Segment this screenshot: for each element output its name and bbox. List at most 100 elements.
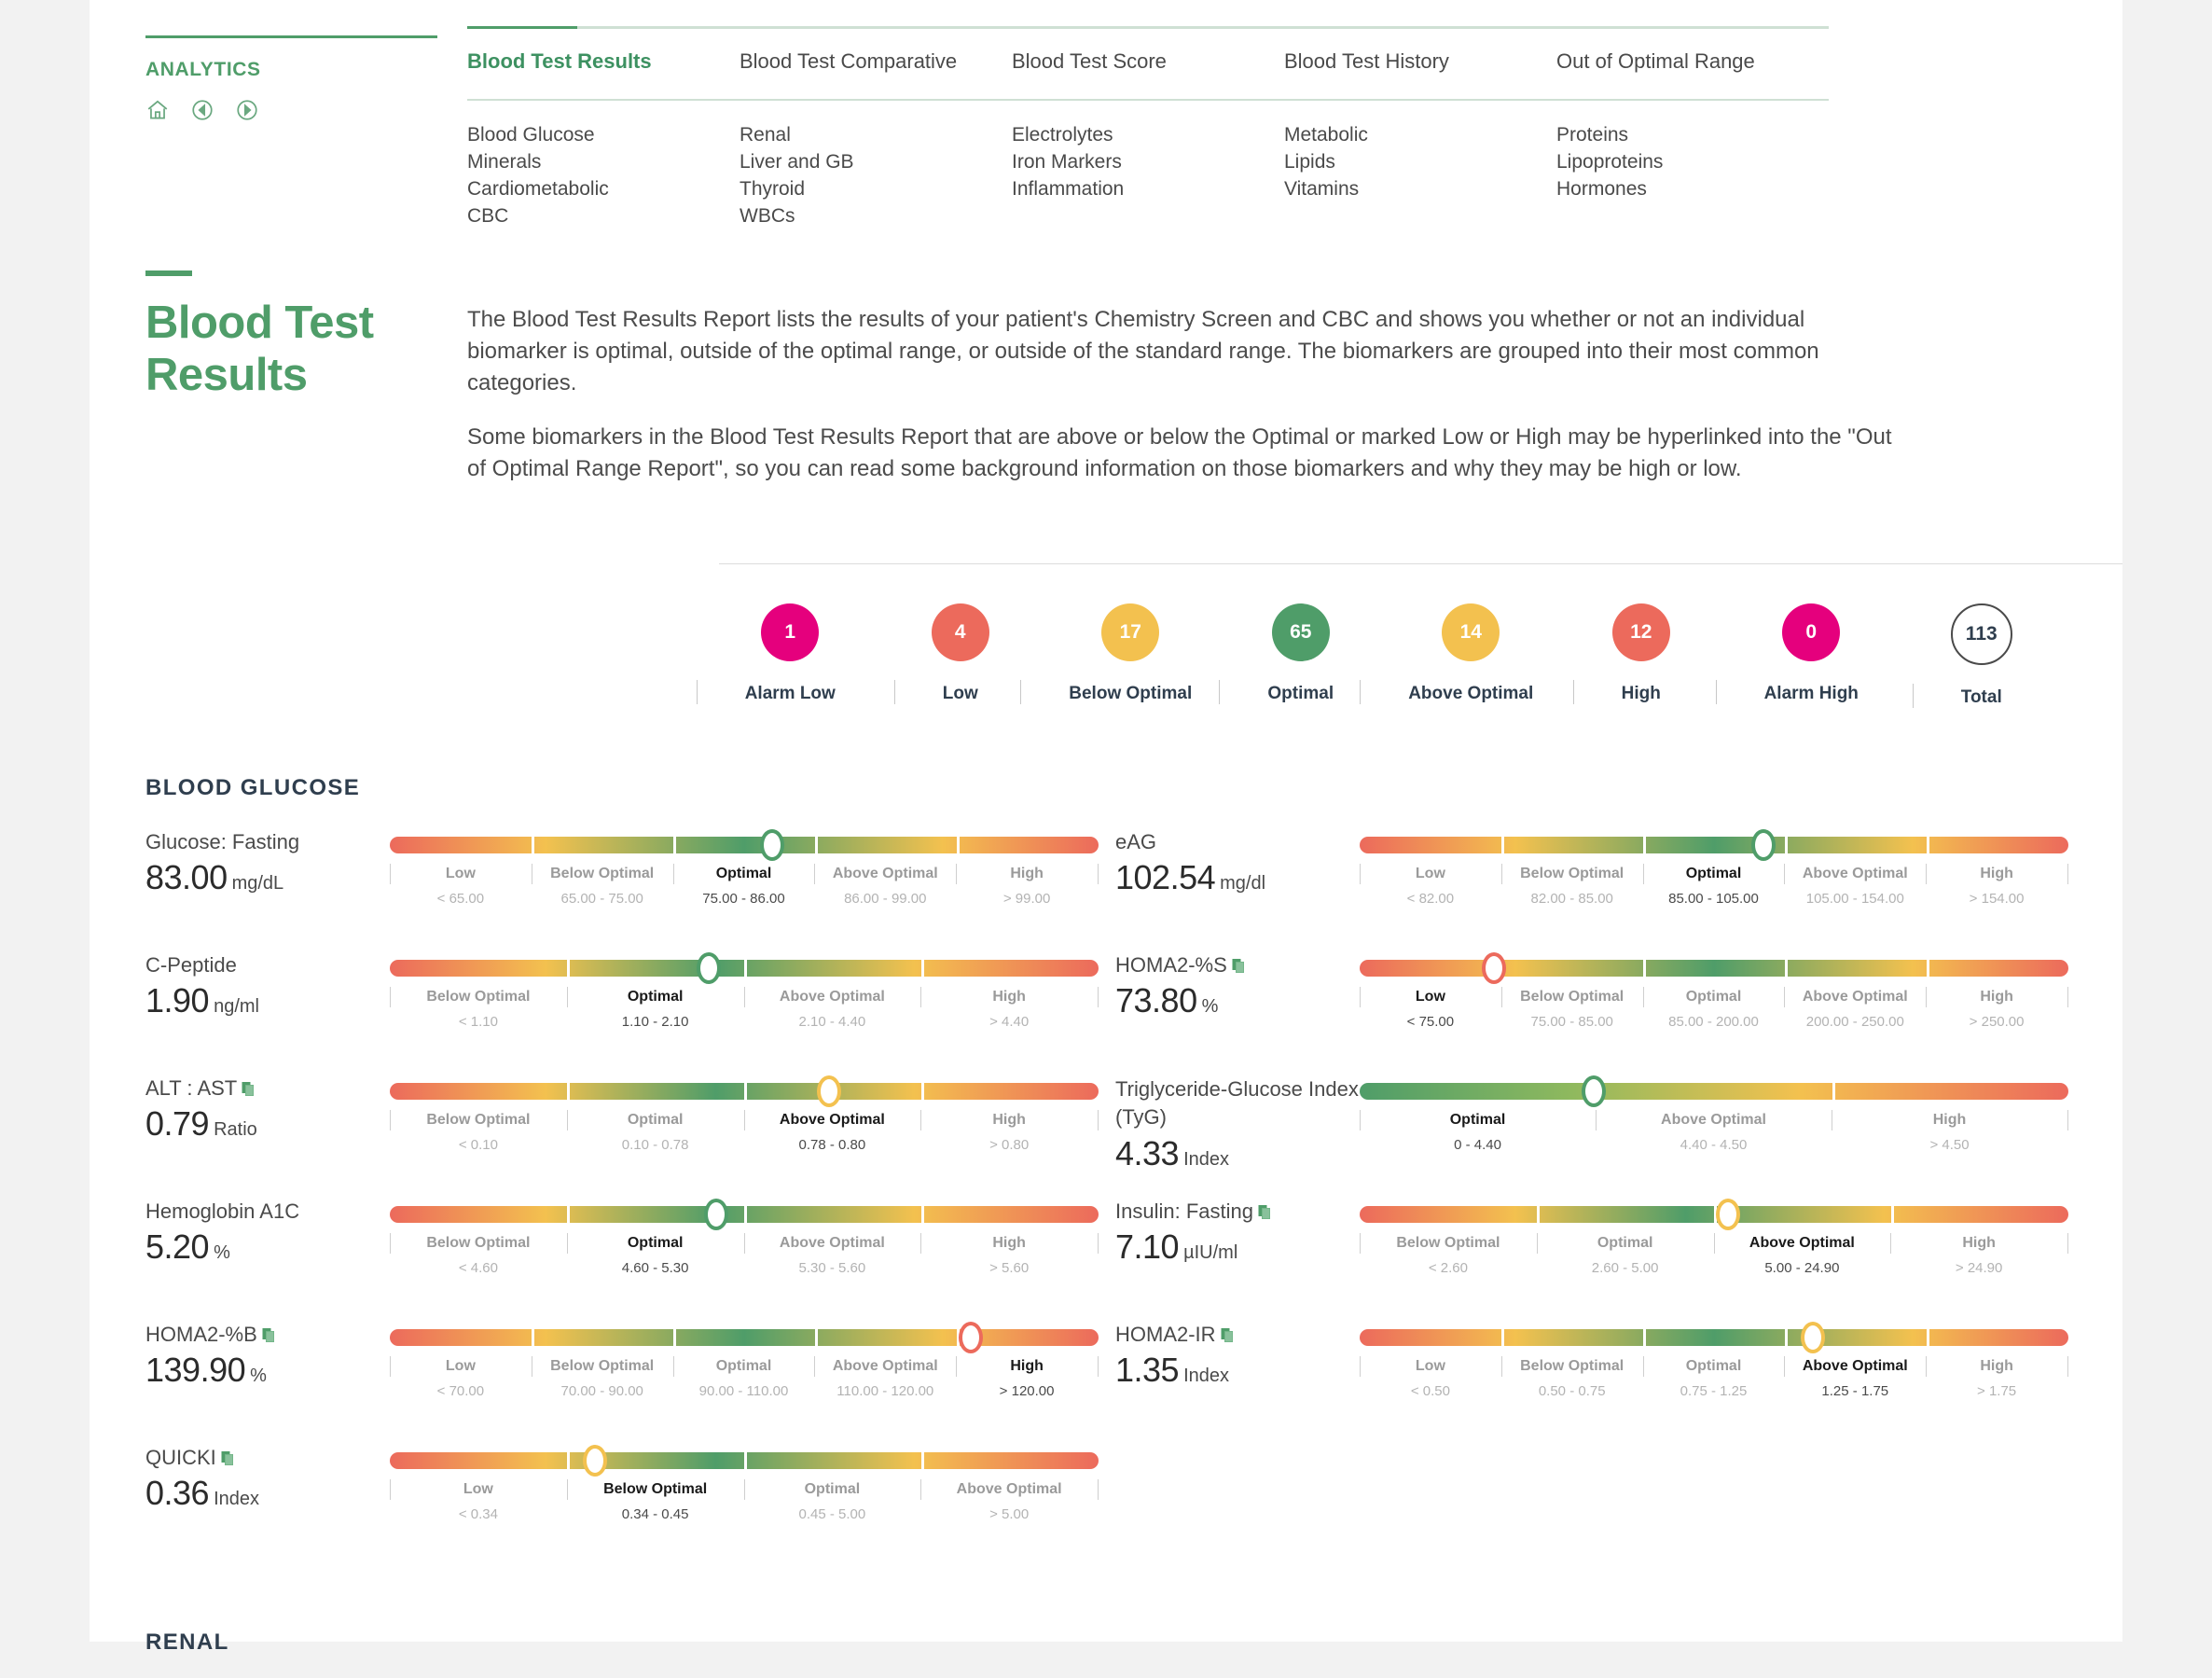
category-column-2: Renal Liver and GB Thyroid WBCs [740, 121, 1012, 229]
analytics-rule [145, 35, 437, 38]
category-proteins[interactable]: Proteins [1556, 121, 1829, 148]
category-vitamins[interactable]: Vitamins [1284, 175, 1556, 202]
range-segment-name: Low [463, 1481, 493, 1497]
range-segment-label: Optimal 2.60 - 5.00 [1536, 1233, 1714, 1276]
biomarker-scale: Low < 0.34 Below Optimal 0.34 - 0.45 Optimal… [390, 1439, 1099, 1542]
category-lipoproteins[interactable]: Lipoproteins [1556, 148, 1829, 175]
range-segment-name: High [1932, 1112, 1967, 1128]
range-labels: Below Optimal < 4.60 Optimal 4.60 - 5.30 Abo… [390, 1233, 1099, 1276]
range-segment-name: Optimal [1685, 1358, 1742, 1374]
page-title: Blood Test Results [145, 298, 374, 400]
value-marker [1801, 1322, 1826, 1353]
range-segment-values: 2.10 - 4.40 [798, 1014, 866, 1030]
category-renal[interactable]: Renal [740, 121, 1012, 148]
hyperlink-icon[interactable] [1232, 954, 1247, 973]
range-end-tick [2067, 1356, 2068, 1377]
biomarker-name[interactable]: HOMA2-%B [145, 1322, 390, 1348]
top-navigation: ANALYTICS Blood Test Results Blood Test … [90, 0, 2122, 229]
range-segment-name: Optimal [1685, 866, 1742, 881]
range-bar [1360, 1322, 2068, 1353]
range-segment-values: < 0.34 [458, 1506, 498, 1522]
biomarker-name[interactable]: HOMA2-%S [1115, 952, 1360, 978]
range-segment-name: Above Optimal [956, 1481, 1062, 1497]
range-segment-label: Optimal 0.45 - 5.00 [743, 1479, 921, 1522]
biomarker-row: ALT : AST 0.79 Ratio Below Optimal < 0.10 Opt… [145, 1070, 1115, 1172]
range-segment-label: High > 99.00 [956, 864, 1098, 907]
range-segment-name: Optimal [1685, 989, 1742, 1005]
range-segment-name: High [1980, 1358, 2013, 1374]
biomarker-row: eAG 102.54 mg/dl Low < 82.00 Below Optimal 82.… [1115, 824, 2085, 926]
category-iron-markers[interactable]: Iron Markers [1012, 148, 1284, 175]
biomarker-value: 5.20% [145, 1227, 230, 1266]
category-electrolytes[interactable]: Electrolytes [1012, 121, 1284, 148]
category-blood-glucose[interactable]: Blood Glucose [467, 121, 740, 148]
home-icon[interactable] [145, 98, 170, 122]
biomarker-value: 1.35 Index [1115, 1351, 1230, 1389]
category-liver-and-gb[interactable]: Liver and GB [740, 148, 1012, 175]
nav-item-blood-test-score[interactable]: Blood Test Score [1012, 48, 1284, 75]
biomarker-name[interactable]: Insulin: Fasting [1115, 1199, 1360, 1225]
range-segment-label: High > 154.00 [1926, 864, 2067, 907]
range-end-tick [2067, 864, 2068, 884]
range-segment-name: Optimal [627, 1235, 684, 1251]
summary-section: 1 Alarm Low 4 Low 17 Below Optimal 65 Optimal 14… [90, 563, 2122, 708]
biomarker-info: Insulin: Fasting 7.10 µIU/ml [1115, 1193, 1360, 1296]
category-cbc[interactable]: CBC [467, 202, 740, 229]
biomarker-name[interactable]: HOMA2-IR [1115, 1322, 1360, 1348]
hyperlink-icon[interactable] [221, 1447, 236, 1465]
biomarker-info: Hemoglobin A1C 5.20% [145, 1193, 390, 1296]
range-segment-name: Optimal [627, 1112, 684, 1128]
range-segment-name: High [1962, 1235, 1996, 1251]
nav-item-blood-test-comparative[interactable]: Blood Test Comparative [740, 48, 1012, 75]
range-segment-name: High [1010, 1358, 1044, 1374]
biomarker-name[interactable]: ALT : AST [145, 1075, 390, 1102]
range-segment-label: Below Optimal < 0.10 [390, 1110, 567, 1153]
biomarker-unit: Index [1183, 1149, 1230, 1170]
category-thyroid[interactable]: Thyroid [740, 175, 1012, 202]
range-segment-label: Below Optimal < 1.10 [390, 987, 567, 1030]
nav-item-out-of-optimal-range[interactable]: Out of Optimal Range [1556, 48, 1829, 75]
category-column-1: Blood Glucose Minerals Cardiometabolic C… [467, 121, 740, 229]
previous-icon[interactable] [190, 98, 214, 122]
range-segment-values: > 1.75 [1977, 1383, 2017, 1399]
category-wbcs[interactable]: WBCs [740, 202, 1012, 229]
category-minerals[interactable]: Minerals [467, 148, 740, 175]
hyperlink-icon[interactable] [262, 1324, 277, 1342]
biomarker-name[interactable]: QUICKI [145, 1445, 390, 1471]
biomarker-sections: BLOOD GLUCOSE Glucose: Fasting 83.00 mg/dL L… [90, 775, 2122, 1678]
range-segment-name: Below Optimal [550, 866, 655, 881]
range-segment-label: Below Optimal 65.00 - 75.00 [531, 864, 673, 907]
range-segment-values: 110.00 - 120.00 [836, 1383, 934, 1399]
range-segment-label: Low < 70.00 [390, 1356, 532, 1399]
category-cardiometabolic[interactable]: Cardiometabolic [467, 175, 740, 202]
category-hormones[interactable]: Hormones [1556, 175, 1829, 202]
nav-item-blood-test-history[interactable]: Blood Test History [1284, 48, 1556, 75]
range-segment-label: High > 1.75 [1926, 1356, 2067, 1399]
biomarker-row: Hemoglobin A1C 5.20% Below Optimal < 4.60 Op… [145, 1193, 1115, 1296]
analytics-label: ANALYTICS [145, 59, 261, 80]
category-metabolic[interactable]: Metabolic [1284, 121, 1556, 148]
range-segment-label: High > 250.00 [1926, 987, 2067, 1030]
range-segment-name: High [1010, 866, 1044, 881]
hyperlink-icon[interactable] [1258, 1200, 1273, 1219]
hyperlink-icon[interactable] [242, 1077, 256, 1096]
range-end-tick [1097, 864, 1099, 884]
range-segment-name: Below Optimal [426, 1235, 531, 1251]
range-end-tick [2067, 987, 2068, 1007]
range-bar [390, 829, 1099, 861]
range-bar-dividers [1360, 1206, 2068, 1223]
next-icon[interactable] [235, 98, 259, 122]
nav-item-blood-test-results[interactable]: Blood Test Results [467, 48, 740, 75]
biomarker-info: HOMA2-IR 1.35 Index [1115, 1316, 1360, 1419]
range-segment-name: High [992, 1112, 1026, 1128]
biomarker-unit: ng/ml [214, 996, 259, 1017]
range-segment-label: Above Optimal 5.30 - 5.60 [743, 1233, 921, 1276]
hyperlink-icon[interactable] [1221, 1324, 1236, 1342]
category-inflammation[interactable]: Inflammation [1012, 175, 1284, 202]
report-page: ANALYTICS Blood Test Results Blood Test … [90, 0, 2122, 1655]
category-lipids[interactable]: Lipids [1284, 148, 1556, 175]
range-bar-dividers [390, 1452, 1099, 1469]
range-segment-values: < 82.00 [1406, 891, 1455, 907]
biomarker-unit: % [1201, 996, 1219, 1017]
biomarker-row: HOMA2-%S 73.80% Low < 75.00 Below Optimal 75.… [1115, 947, 2085, 1049]
